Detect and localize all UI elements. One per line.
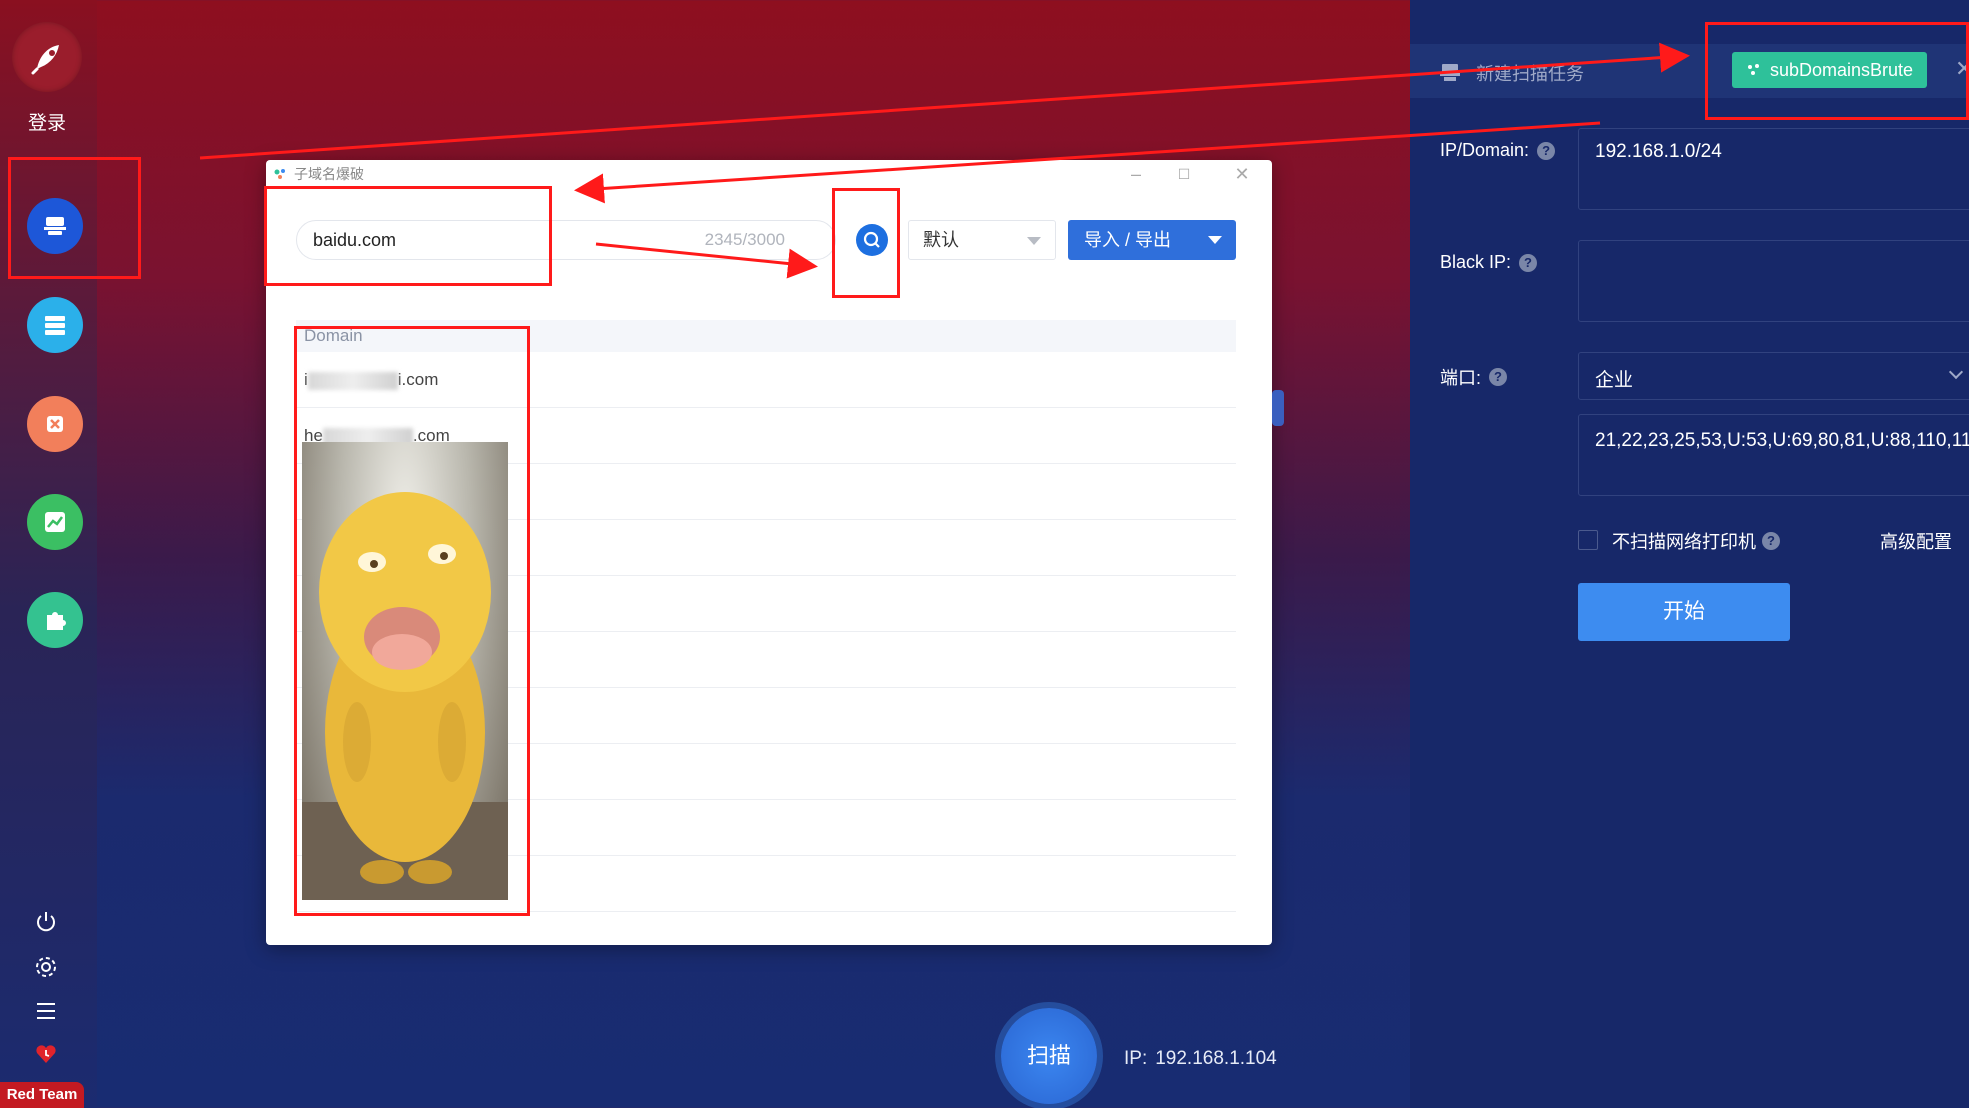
row-domain-suffix: i.com xyxy=(397,370,439,389)
maximize-icon[interactable]: ☐ xyxy=(1174,164,1194,184)
app-icon xyxy=(1748,64,1759,75)
table-header-domain: Domain xyxy=(296,320,1236,352)
left-sidebar: 登录 Red Team xyxy=(0,0,97,1108)
start-button[interactable]: 开始 xyxy=(1578,583,1790,641)
no-printer-label-text: 不扫描网络打印机 xyxy=(1612,532,1756,552)
ip-value: 192.168.1.104 xyxy=(1155,1048,1277,1069)
chart-icon[interactable] xyxy=(27,494,83,550)
black-ip-textarea[interactable] xyxy=(1578,240,1969,322)
tab-subdomainsbrute[interactable]: subDomainsBrute xyxy=(1732,52,1928,88)
black-ip-label-text: Black IP: xyxy=(1440,252,1512,272)
dialog-title: 子域名爆破 xyxy=(294,166,364,182)
login-label[interactable]: 登录 xyxy=(0,108,94,135)
scan-config-panel: 新建扫描任务 subDomainsBrute ✕ IP/Domain: ? 19… xyxy=(1410,0,1969,1108)
plugin-icon[interactable] xyxy=(27,592,83,648)
help-icon[interactable]: ? xyxy=(1537,141,1556,160)
scan-button[interactable]: 扫描 xyxy=(1001,1008,1097,1104)
power-icon[interactable] xyxy=(30,906,62,938)
scan-icon[interactable] xyxy=(27,198,83,254)
close-icon[interactable]: ✕ xyxy=(1232,164,1252,184)
scroll-handle[interactable] xyxy=(1272,390,1284,426)
redacted-text xyxy=(307,371,398,390)
ports-textarea[interactable]: 21,22,23,25,53,U:53,U:69,80,81,U:88,110,… xyxy=(1578,414,1969,496)
subdomain-brute-dialog: 子域名爆破 – ☐ ✕ baidu.com 2345/3000 默认 导入 / … xyxy=(266,160,1272,945)
list-icon[interactable] xyxy=(27,297,83,353)
close-icon[interactable]: ✕ xyxy=(1955,56,1969,82)
dict-select-value: 默认 xyxy=(923,230,959,250)
heart-icon[interactable] xyxy=(30,1038,62,1070)
table-row[interactable]: i i.com xyxy=(296,352,1236,408)
chevron-down-icon[interactable] xyxy=(1208,236,1222,244)
dict-select[interactable]: 默认 xyxy=(908,220,1056,260)
ports-value: 21,22,23,25,53,U:53,U:69,80,81,U:88,110,… xyxy=(1595,430,1969,451)
black-ip-label: Black IP: ? xyxy=(1440,252,1538,273)
search-icon[interactable] xyxy=(856,224,888,256)
domain-input[interactable]: baidu.com 2345/3000 xyxy=(296,220,836,260)
dialog-titlebar[interactable]: 子域名爆破 – ☐ ✕ xyxy=(266,160,1272,188)
ip-domain-label: IP/Domain: ? xyxy=(1440,140,1556,161)
chevron-down-icon xyxy=(1948,364,1964,380)
red-team-badge: Red Team xyxy=(0,1082,84,1108)
chevron-down-icon xyxy=(1027,237,1041,245)
meme-character-image xyxy=(302,442,508,900)
ip-domain-value: 192.168.1.0/24 xyxy=(1595,141,1722,162)
tab-subdomainsbrute-label: subDomainsBrute xyxy=(1770,60,1914,80)
import-export-label: 导入 / 导出 xyxy=(1084,230,1172,250)
port-preset-value: 企业 xyxy=(1595,370,1634,391)
help-icon[interactable]: ? xyxy=(1762,532,1780,550)
advanced-config-toggle[interactable]: 高级配置 xyxy=(1880,528,1952,554)
settings-icon[interactable] xyxy=(30,951,62,983)
tool-icon[interactable] xyxy=(27,396,83,452)
feather-logo-icon[interactable] xyxy=(12,22,82,92)
help-icon[interactable]: ? xyxy=(1519,253,1538,272)
ip-label: IP: xyxy=(1124,1048,1148,1069)
no-printer-checkbox[interactable] xyxy=(1578,530,1598,550)
task-tabs: 新建扫描任务 subDomainsBrute ✕ xyxy=(1410,44,1969,98)
menu-icon[interactable] xyxy=(30,995,62,1027)
domain-value: baidu.com xyxy=(313,230,397,250)
port-preset-select[interactable]: 企业 xyxy=(1578,352,1969,400)
tab-new-scan-task-label: 新建扫描任务 xyxy=(1476,64,1584,84)
tab-new-scan-task[interactable]: 新建扫描任务 xyxy=(1440,60,1584,86)
import-export-button[interactable]: 导入 / 导出 xyxy=(1068,220,1236,260)
ip-domain-textarea[interactable]: 192.168.1.0/24 xyxy=(1578,128,1969,210)
port-label: 端口: ? xyxy=(1440,364,1508,390)
help-icon[interactable]: ? xyxy=(1489,368,1508,386)
ip-domain-label-text: IP/Domain: xyxy=(1440,140,1530,160)
port-label-text: 端口: xyxy=(1440,368,1482,388)
app-icon xyxy=(274,169,285,179)
dict-counter: 2345/3000 xyxy=(704,230,785,249)
local-ip-display: IP: 192.168.1.104 xyxy=(1124,1048,1277,1070)
no-printer-label: 不扫描网络打印机 ? xyxy=(1612,528,1780,554)
scan-icon xyxy=(1440,64,1460,81)
minimize-icon[interactable]: – xyxy=(1126,164,1146,184)
